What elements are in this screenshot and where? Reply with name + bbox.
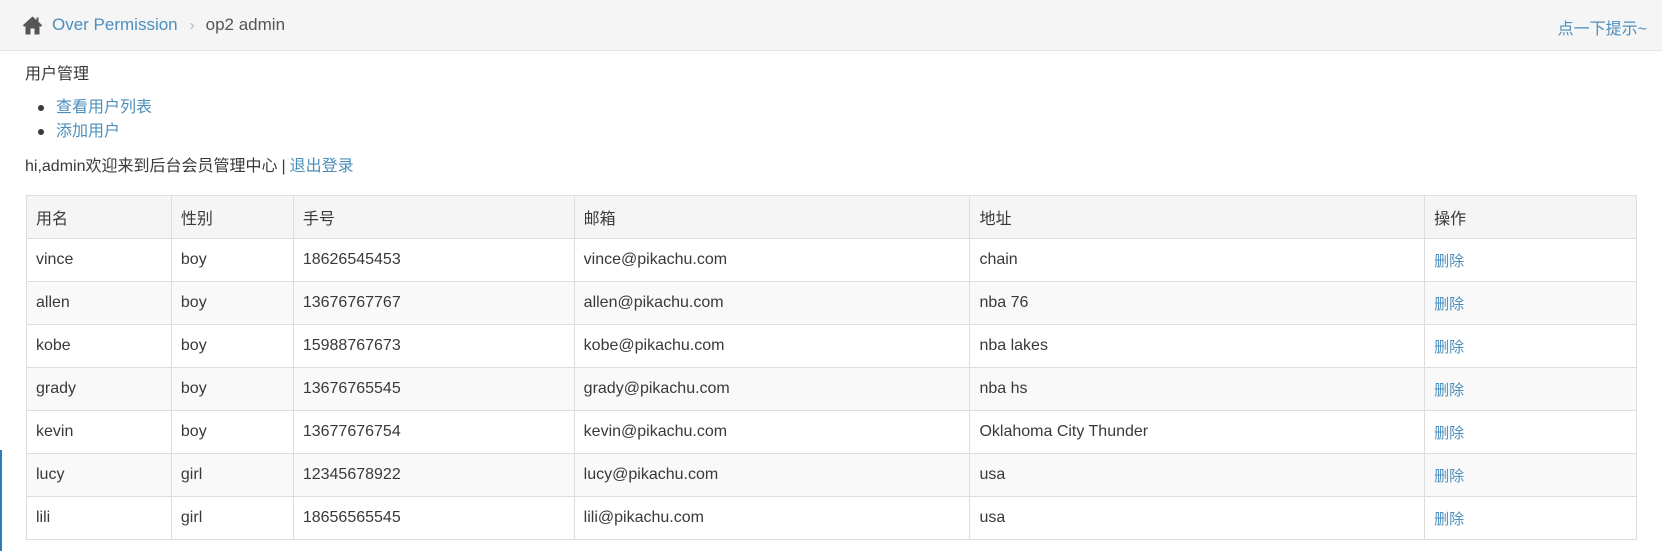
bullet-icon [38, 105, 44, 111]
breadcrumb: Over Permission › op2 admin [22, 14, 285, 36]
cell-phone: 12345678922 [292, 453, 575, 497]
cell-phone: 18626545453 [292, 238, 575, 282]
cell-sex: girl [170, 496, 294, 540]
cell-action: 删除 [1424, 410, 1637, 454]
table-row: vince boy 18626545453 vince@pikachu.com … [26, 238, 1637, 282]
cell-email: vince@pikachu.com [573, 238, 971, 282]
column-header-email: 邮箱 [573, 195, 971, 239]
delete-link[interactable]: 删除 [1434, 511, 1464, 528]
column-header-sex: 性别 [170, 195, 294, 239]
hint-link[interactable]: 点一下提示~ [1558, 15, 1647, 39]
cell-action: 删除 [1424, 324, 1637, 368]
view-user-list-link[interactable]: 查看用户列表 [56, 99, 152, 116]
cell-name: grady [26, 367, 172, 411]
cell-action: 删除 [1424, 453, 1637, 497]
cell-email: lucy@pikachu.com [573, 453, 971, 497]
cell-phone: 15988767673 [292, 324, 575, 368]
main-content: 用户管理 查看用户列表 添加用户 hi,admin欢迎来到后台会员管理中心 | 退出… [25, 64, 1637, 178]
breadcrumb-current: op2 admin [205, 15, 286, 34]
delete-link[interactable]: 删除 [1434, 296, 1464, 313]
table-row: kevin boy 13677676754 kevin@pikachu.com … [26, 410, 1637, 454]
user-menu: 查看用户列表 添加用户 [25, 96, 1637, 144]
column-header-name: 用名 [26, 195, 172, 239]
cell-action: 删除 [1424, 367, 1637, 411]
cell-sex: boy [170, 324, 294, 368]
cell-address: chain [969, 238, 1426, 282]
cell-phone: 13676767767 [292, 281, 575, 325]
breadcrumb-link-over-permission[interactable]: Over Permission [52, 15, 178, 35]
welcome-line: hi,admin欢迎来到后台会员管理中心 | 退出登录 [25, 156, 1637, 178]
table-row: kobe boy 15988767673 kobe@pikachu.com nb… [26, 324, 1637, 368]
cell-name: kevin [26, 410, 172, 454]
cell-address: nba 76 [969, 281, 1426, 325]
cell-name: lucy [26, 453, 172, 497]
cell-action: 删除 [1424, 496, 1637, 540]
cell-address: nba lakes [969, 324, 1426, 368]
cell-sex: boy [170, 238, 294, 282]
add-user-link[interactable]: 添加用户 [56, 123, 120, 140]
column-header-address: 地址 [969, 195, 1426, 239]
cell-address: Oklahoma City Thunder [969, 410, 1426, 454]
top-breadcrumb-bar: Over Permission › op2 admin 点一下提示~ [0, 0, 1662, 51]
cell-email: lili@pikachu.com [573, 496, 971, 540]
cell-action: 删除 [1424, 281, 1637, 325]
delete-link[interactable]: 删除 [1434, 468, 1464, 485]
home-icon[interactable] [22, 16, 43, 35]
delete-link[interactable]: 删除 [1434, 382, 1464, 399]
cell-name: lili [26, 496, 172, 540]
cell-phone: 13676765545 [292, 367, 575, 411]
welcome-text: hi,admin欢迎来到后台会员管理中心 [25, 158, 278, 175]
column-header-action: 操作 [1424, 195, 1637, 239]
logout-link[interactable]: 退出登录 [290, 158, 354, 175]
table-row: grady boy 13676765545 grady@pikachu.com … [26, 367, 1637, 411]
delete-link[interactable]: 删除 [1434, 425, 1464, 442]
bullet-icon [38, 129, 44, 135]
column-header-phone: 手号 [292, 195, 575, 239]
cell-name: allen [26, 281, 172, 325]
cell-sex: boy [170, 410, 294, 454]
table-row: lili girl 18656565545 lili@pikachu.com u… [26, 496, 1637, 540]
chevron-right-icon: › [189, 16, 195, 34]
cell-sex: boy [170, 367, 294, 411]
menu-item-view-users: 查看用户列表 [38, 96, 1637, 120]
user-table: 用名 性别 手号 邮箱 地址 操作 vince boy 18626545453 … [26, 195, 1637, 540]
cell-sex: boy [170, 281, 294, 325]
cell-phone: 18656565545 [292, 496, 575, 540]
cell-sex: girl [170, 453, 294, 497]
cell-action: 删除 [1424, 238, 1637, 282]
cell-email: kevin@pikachu.com [573, 410, 971, 454]
cell-phone: 13677676754 [292, 410, 575, 454]
cell-email: kobe@pikachu.com [573, 324, 971, 368]
welcome-separator: | [281, 158, 286, 175]
sidebar-edge-accent [0, 450, 2, 551]
delete-link[interactable]: 删除 [1434, 339, 1464, 356]
section-title: 用户管理 [25, 66, 90, 83]
cell-address: usa [969, 496, 1426, 540]
cell-email: grady@pikachu.com [573, 367, 971, 411]
menu-item-add-user: 添加用户 [38, 120, 1637, 144]
cell-name: vince [26, 238, 172, 282]
table-row: lucy girl 12345678922 lucy@pikachu.com u… [26, 453, 1637, 497]
cell-address: usa [969, 453, 1426, 497]
cell-email: allen@pikachu.com [573, 281, 971, 325]
cell-name: kobe [26, 324, 172, 368]
cell-address: nba hs [969, 367, 1426, 411]
delete-link[interactable]: 删除 [1434, 253, 1464, 270]
table-row: allen boy 13676767767 allen@pikachu.com … [26, 281, 1637, 325]
table-header-row: 用名 性别 手号 邮箱 地址 操作 [26, 195, 1637, 239]
